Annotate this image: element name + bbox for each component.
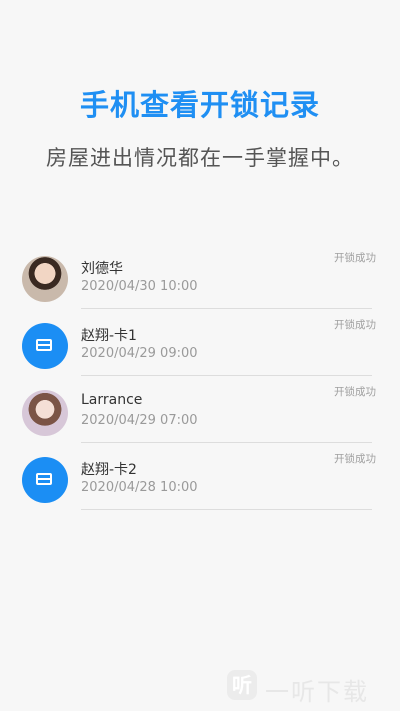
record-status: 开锁成功 — [334, 386, 376, 398]
record-status: 开锁成功 — [334, 453, 376, 465]
unlock-record[interactable]: 赵翔-卡1 2020/04/29 09:00 开锁成功 — [0, 319, 400, 391]
unlock-record[interactable]: 刘德华 2020/04/30 10:00 开锁成功 — [0, 252, 400, 324]
record-name: 刘德华 — [81, 261, 123, 277]
record-time: 2020/04/30 10:00 — [81, 279, 198, 294]
user-avatar — [22, 390, 68, 436]
unlock-record[interactable]: 赵翔-卡2 2020/04/28 10:00 开锁成功 — [0, 453, 400, 525]
site-watermark: 听 一听下载 — [227, 667, 392, 707]
record-name: 赵翔-卡2 — [81, 462, 137, 478]
record-time: 2020/04/29 07:00 — [81, 413, 198, 428]
record-name: 赵翔-卡1 — [81, 328, 137, 344]
card-icon — [22, 457, 68, 503]
promo-headline: 手机查看开锁记录 — [79, 88, 320, 122]
unlock-record[interactable]: Larrance 2020/04/29 07:00 开锁成功 — [0, 386, 400, 458]
record-divider — [81, 308, 372, 309]
record-divider — [81, 375, 372, 376]
promo-subline: 房屋进出情况都在一手掌握中。 — [46, 146, 354, 170]
watermark-logo-icon: 听 — [227, 670, 257, 700]
record-name: Larrance — [81, 392, 143, 408]
watermark-text: 一听下载 — [265, 678, 369, 706]
record-status: 开锁成功 — [334, 319, 376, 331]
record-time: 2020/04/29 09:00 — [81, 346, 198, 361]
record-divider — [81, 442, 372, 443]
record-time: 2020/04/28 10:00 — [81, 480, 198, 495]
record-status: 开锁成功 — [334, 252, 376, 264]
record-divider — [81, 509, 372, 510]
card-icon — [22, 323, 68, 369]
user-avatar — [22, 256, 68, 302]
